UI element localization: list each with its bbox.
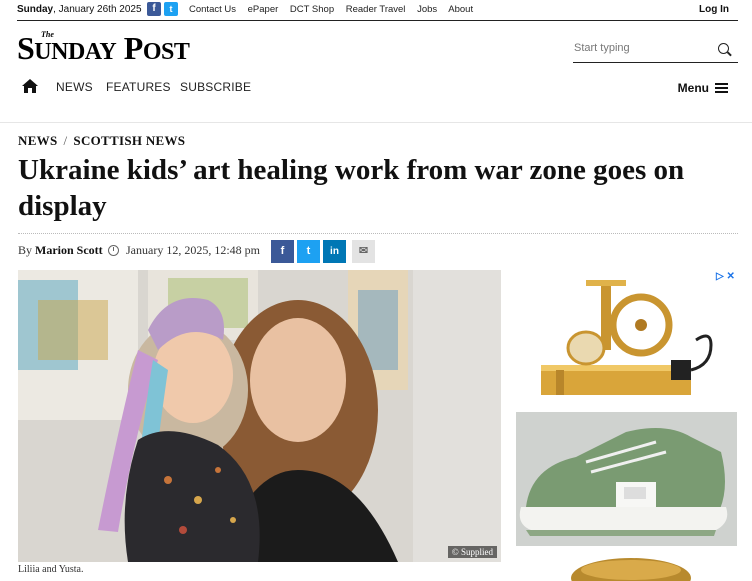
- main-nav: NEWS FEATURES SUBSCRIBE Menu: [17, 75, 738, 99]
- link-epaper[interactable]: ePaper: [248, 4, 279, 15]
- share-facebook-button[interactable]: f: [271, 240, 294, 263]
- nav-news[interactable]: NEWS: [56, 80, 93, 94]
- twitter-icon[interactable]: t: [164, 2, 178, 16]
- home-icon[interactable]: [22, 79, 38, 93]
- link-contact-us[interactable]: Contact Us: [189, 4, 236, 15]
- byline: By Marion Scott: [18, 243, 103, 257]
- clock-icon: [108, 245, 119, 256]
- breadcrumb: NEWS / SCOTTISH NEWS: [18, 133, 185, 149]
- link-about[interactable]: About: [448, 4, 473, 15]
- image-caption: Liliia and Yusta.: [18, 564, 84, 575]
- top-links: Contact Us ePaper DCT Shop Reader Travel…: [189, 4, 482, 15]
- ad-brass-item[interactable]: [516, 548, 737, 581]
- current-date: Sunday, January 26th 2025: [17, 4, 142, 15]
- link-jobs[interactable]: Jobs: [417, 4, 437, 15]
- facebook-icon[interactable]: f: [147, 2, 161, 16]
- author-link[interactable]: Marion Scott: [35, 243, 103, 257]
- divider: [17, 20, 738, 21]
- login-link[interactable]: Log In: [699, 4, 729, 15]
- breadcrumb-scottish-news[interactable]: SCOTTISH NEWS: [73, 133, 185, 148]
- divider: [0, 122, 752, 123]
- share-twitter-button[interactable]: t: [297, 240, 320, 263]
- share-email-button[interactable]: ✉: [352, 240, 375, 263]
- article-photo: © Supplied: [18, 270, 501, 562]
- link-dct-shop[interactable]: DCT Shop: [290, 4, 334, 15]
- ad-stirling-engine[interactable]: [516, 270, 737, 410]
- divider: [18, 233, 738, 234]
- adchoices-icon[interactable]: ▷ ✕: [716, 271, 735, 282]
- publish-date: January 12, 2025, 12:48 pm: [126, 243, 260, 257]
- breadcrumb-separator: /: [63, 133, 68, 148]
- breadcrumb-news[interactable]: NEWS: [18, 133, 58, 148]
- image-credit: © Supplied: [447, 546, 497, 558]
- search-box: [573, 36, 738, 63]
- menu-button[interactable]: Menu: [678, 81, 728, 95]
- top-bar: Sunday, January 26th 2025 f t Contact Us…: [0, 0, 752, 20]
- article-headline: Ukraine kids’ art healing work from war …: [18, 154, 685, 222]
- share-linkedin-button[interactable]: in: [323, 240, 346, 263]
- logo-wordmark: SUNDAY POST: [17, 30, 190, 66]
- search-icon[interactable]: [718, 43, 729, 54]
- nav-features[interactable]: FEATURES: [106, 80, 171, 94]
- nav-subscribe[interactable]: SUBSCRIBE: [180, 80, 251, 94]
- ad-sneaker[interactable]: [516, 412, 737, 546]
- link-reader-travel[interactable]: Reader Travel: [346, 4, 406, 15]
- hamburger-icon: [715, 83, 728, 93]
- search-input[interactable]: [573, 36, 709, 54]
